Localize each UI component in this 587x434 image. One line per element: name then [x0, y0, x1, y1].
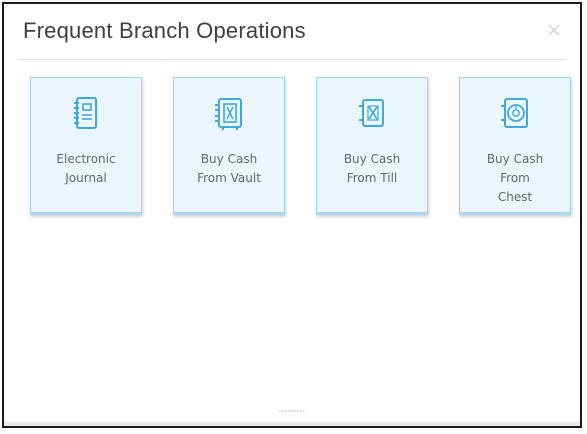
tile-label-line: From Till — [346, 171, 398, 185]
cash-chest-icon — [497, 94, 533, 134]
tile-label-line: Buy Cash — [486, 152, 544, 166]
tile-label-line: Journal — [65, 171, 107, 185]
tile-label: Electronic Journal — [35, 150, 137, 188]
tile-label-line: Electronic — [56, 152, 116, 166]
tile-label: Buy Cash From Till — [321, 150, 423, 188]
resize-handle[interactable] — [279, 410, 305, 412]
tile-buy-cash-from-chest[interactable]: Buy Cash From Chest — [459, 77, 571, 215]
close-icon[interactable] — [546, 22, 562, 38]
tile-label-line: Buy Cash — [343, 152, 401, 166]
till-icon — [354, 94, 390, 134]
frequent-branch-operations-panel: Frequent Branch Operations Electronic Jo… — [2, 2, 582, 428]
tile-label-line: From — [500, 171, 530, 185]
tile-buy-cash-from-till[interactable]: Buy Cash From Till — [316, 77, 428, 215]
tile-label-line: Buy Cash — [200, 152, 258, 166]
journal-book-icon — [68, 94, 104, 134]
tile-label: Buy Cash From Vault — [178, 150, 280, 188]
tile-label-line: Chest — [497, 190, 533, 204]
panel-header: Frequent Branch Operations — [4, 4, 580, 60]
tile-label-line: From Vault — [197, 171, 261, 185]
panel-footer-line — [4, 422, 580, 426]
tile-electronic-journal[interactable]: Electronic Journal — [30, 77, 142, 215]
vault-safe-icon — [211, 94, 247, 134]
panel-title: Frequent Branch Operations — [23, 18, 306, 43]
tile-buy-cash-from-vault[interactable]: Buy Cash From Vault — [173, 77, 285, 215]
header-divider — [18, 59, 566, 60]
tile-label: Buy Cash From Chest — [464, 150, 566, 207]
